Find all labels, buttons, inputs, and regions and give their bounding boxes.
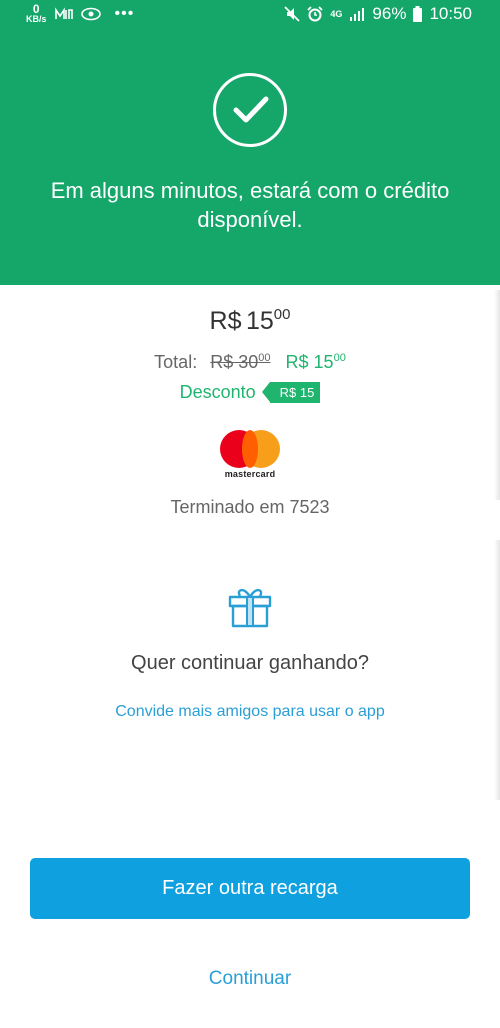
status-right: 4G 96% 10:50 — [284, 4, 472, 24]
net-speed: 0 KB/s — [26, 2, 47, 24]
network-type: 4G — [330, 9, 343, 19]
success-hero: Em alguns minutos, estará com o crédito … — [0, 30, 500, 285]
original-price: R$ 3000 — [210, 352, 271, 372]
battery-icon — [413, 6, 423, 22]
clock: 10:50 — [429, 4, 472, 23]
mastercard-logo: mastercard — [219, 430, 281, 482]
discount-row: Desconto R$ 15 — [0, 382, 500, 403]
success-message: Em alguns minutos, estará com o crédito … — [50, 178, 450, 232]
card-ending: Terminado em 7523 — [170, 497, 330, 517]
alarm-icon — [307, 6, 324, 22]
continue-button[interactable]: Continuar — [150, 964, 350, 994]
total-line: Total: R$ 3000 R$ 1500 — [0, 352, 500, 373]
notification-app-icon — [54, 6, 73, 19]
discounted-price: R$ 1500 — [285, 352, 346, 372]
status-left: 0 KB/s ••• — [26, 2, 135, 24]
eye-icon — [80, 7, 101, 20]
discount-tag: R$ 15 — [261, 382, 321, 403]
more-notifications-icon: ••• — [114, 4, 135, 22]
invite-friends-link[interactable]: Convide mais amigos para usar o app — [0, 703, 500, 721]
recharge-amount: R$ 1500 — [209, 306, 291, 335]
status-bar: 0 KB/s ••• 4G 96% 10:50 — [0, 0, 500, 30]
referral-question: Quer continuar ganhando? — [131, 652, 369, 674]
total-label: Total: — [154, 352, 198, 372]
check-icon — [213, 73, 287, 147]
mute-icon — [284, 6, 301, 22]
new-recharge-button[interactable]: Fazer outra recarga — [30, 858, 470, 919]
gift-icon — [228, 588, 272, 628]
discount-label: Desconto — [179, 382, 256, 402]
signal-icon — [350, 8, 365, 21]
battery-percent: 96% — [372, 4, 407, 23]
